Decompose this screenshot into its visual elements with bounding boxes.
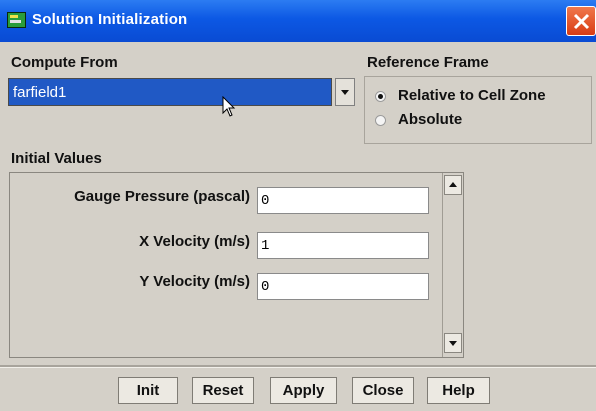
- compute-from-dropdown[interactable]: farfield1: [8, 78, 355, 106]
- vertical-scrollbar[interactable]: [442, 173, 463, 357]
- scroll-up-arrow-icon[interactable]: [444, 175, 462, 195]
- radio-label: Absolute: [398, 111, 463, 128]
- init-button[interactable]: Init: [118, 377, 178, 404]
- radio-label: Relative to Cell Zone: [398, 87, 546, 104]
- gauge-pressure-label: Gauge Pressure (pascal): [74, 188, 250, 205]
- reset-button[interactable]: Reset: [192, 377, 254, 404]
- close-dialog-button[interactable]: Close: [352, 377, 414, 404]
- radio-unchecked-icon[interactable]: [375, 115, 386, 126]
- solution-initialization-dialog: Solution Initialization Compute From Ref…: [0, 0, 596, 411]
- reference-frame-label: Reference Frame: [367, 54, 489, 71]
- y-velocity-label: Y Velocity (m/s): [139, 273, 250, 290]
- close-button[interactable]: [566, 6, 596, 36]
- x-velocity-label: X Velocity (m/s): [139, 233, 250, 250]
- compute-from-label: Compute From: [11, 54, 118, 71]
- title-bar[interactable]: Solution Initialization: [0, 0, 596, 42]
- mouse-cursor-icon: [222, 96, 236, 117]
- y-velocity-input[interactable]: 0: [257, 273, 429, 300]
- x-velocity-input[interactable]: 1: [257, 232, 429, 259]
- close-icon: [573, 13, 590, 30]
- help-button[interactable]: Help: [427, 377, 490, 404]
- initial-values-label: Initial Values: [11, 150, 102, 167]
- radio-checked-icon[interactable]: [375, 91, 386, 102]
- apply-button[interactable]: Apply: [270, 377, 337, 404]
- gauge-pressure-input[interactable]: 0: [257, 187, 429, 214]
- app-icon: [7, 12, 26, 28]
- reference-frame-group: Relative to Cell Zone Absolute: [364, 76, 592, 144]
- button-row-divider: [0, 365, 596, 368]
- initial-values-panel: Gauge Pressure (pascal) 0 X Velocity (m/…: [9, 172, 464, 358]
- compute-from-selected-value[interactable]: farfield1: [8, 78, 332, 106]
- scroll-down-arrow-icon[interactable]: [444, 333, 462, 353]
- window-title: Solution Initialization: [32, 11, 188, 28]
- dropdown-arrow-button[interactable]: [335, 78, 355, 106]
